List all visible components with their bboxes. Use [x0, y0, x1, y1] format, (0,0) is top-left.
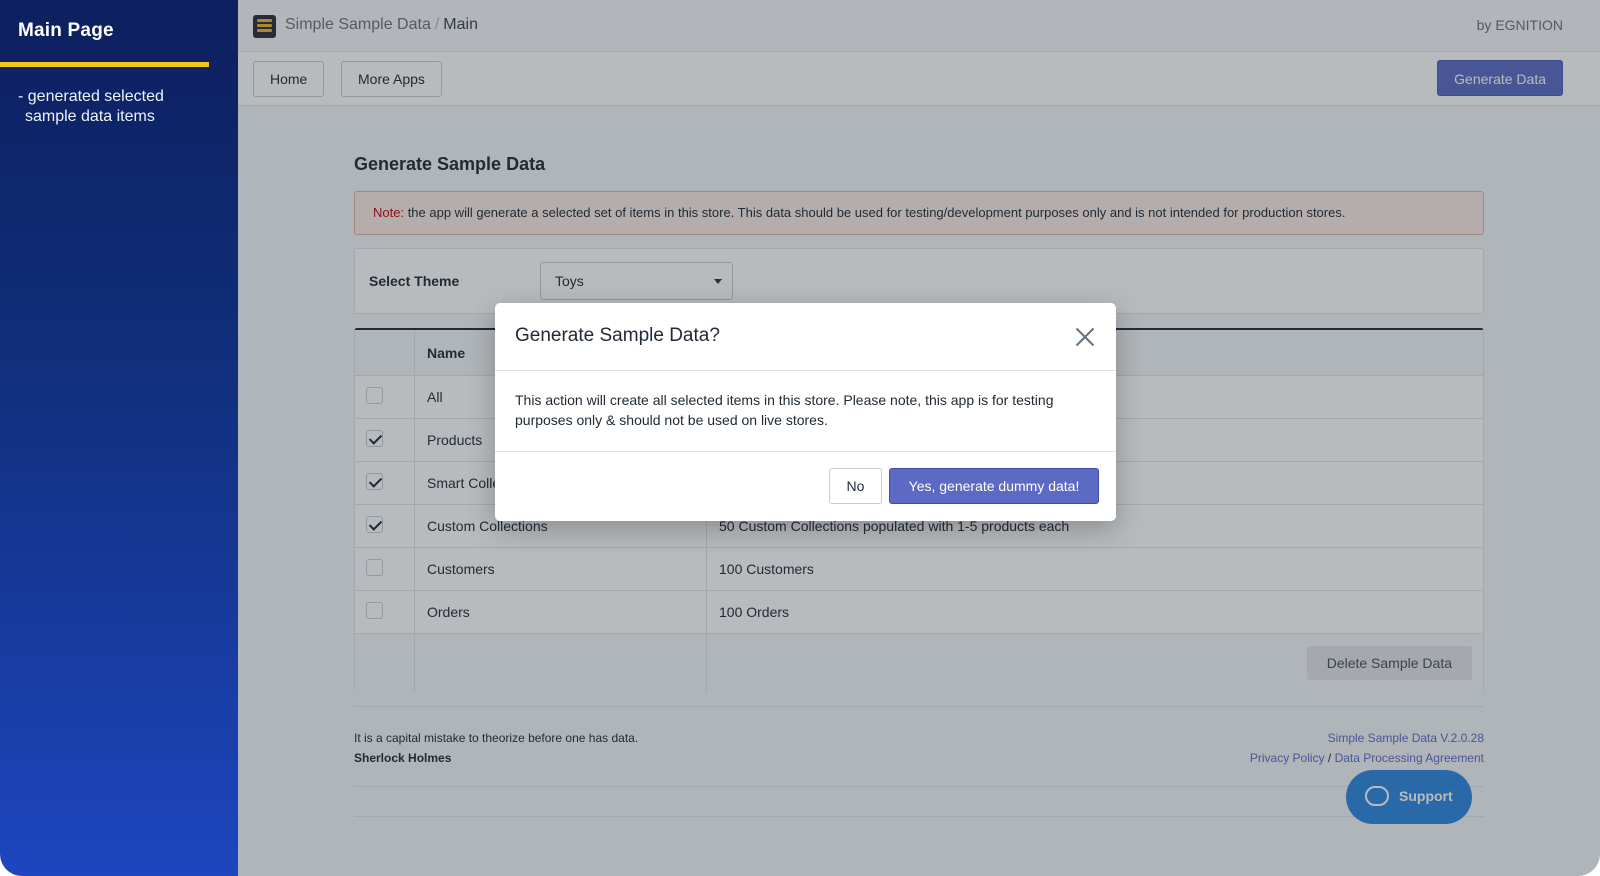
sidebar-description: - generated selected sample data items — [18, 87, 198, 127]
sidebar-accent-rule — [0, 62, 209, 67]
sidebar-description-line1: - generated selected — [18, 88, 164, 105]
modal-body-text: This action will create all selected ite… — [515, 392, 1054, 428]
modal-footer: No Yes, generate dummy data! — [495, 451, 1116, 521]
sidebar-description-line2: sample data items — [25, 108, 155, 125]
close-icon[interactable] — [1074, 326, 1096, 348]
modal-header: Generate Sample Data? — [495, 303, 1116, 371]
confirm-generate-modal: Generate Sample Data? This action will c… — [495, 303, 1116, 521]
tutorial-sidebar: Main Page - generated selected sample da… — [0, 0, 238, 876]
sidebar-title: Main Page — [18, 20, 114, 41]
confirm-generate-button[interactable]: Yes, generate dummy data! — [889, 468, 1099, 504]
no-button[interactable]: No — [829, 468, 882, 504]
modal-title: Generate Sample Data? — [515, 325, 720, 346]
